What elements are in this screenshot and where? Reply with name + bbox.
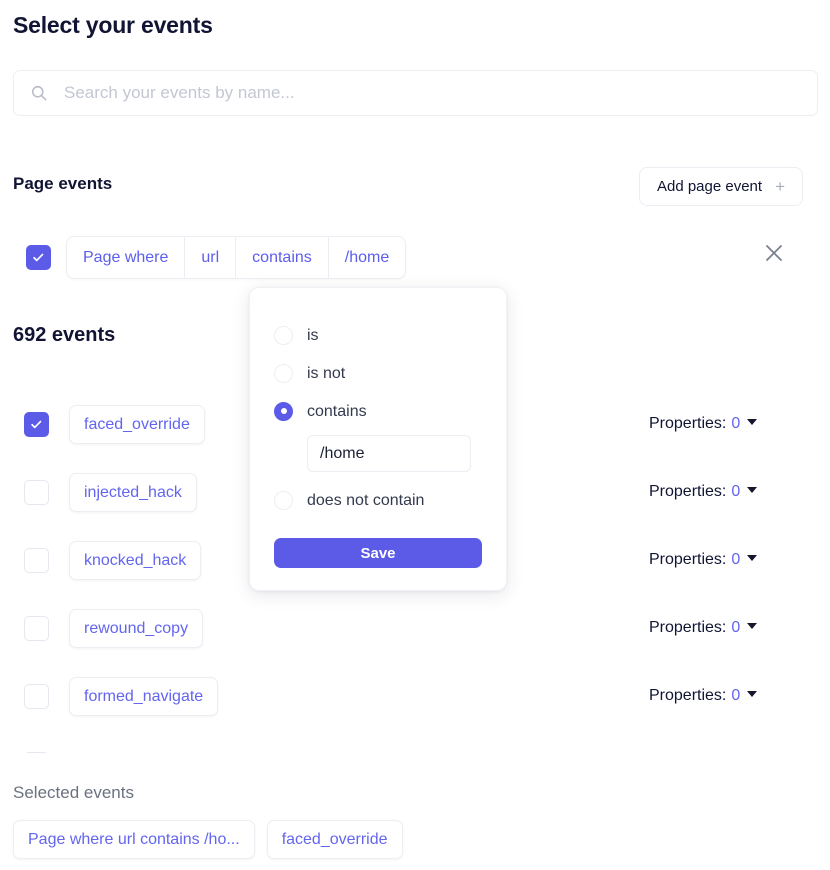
chevron-down-icon (747, 419, 758, 425)
event-name-tag[interactable]: knocked_hack (69, 540, 202, 580)
search-icon (30, 84, 48, 102)
selected-events-heading: Selected events (13, 783, 134, 802)
page-events-heading: Page events (13, 174, 113, 193)
list-item: rewound_copy Properties: 0 (24, 594, 806, 662)
page-event-filter-pill[interactable]: Page where url contains /home (66, 236, 407, 279)
page-event-filter-row: Page where url contains /home (26, 236, 407, 279)
condition-value-input[interactable] (307, 435, 471, 472)
condition-option-label: contains (307, 402, 367, 420)
event-name-tag[interactable]: rewound_copy (69, 608, 204, 648)
filter-segment-operator[interactable]: contains (236, 237, 329, 278)
properties-label: Properties: (649, 551, 727, 568)
properties-label: Properties: (649, 619, 727, 636)
filter-segment-value[interactable]: /home (329, 237, 405, 278)
event-name-tag[interactable]: injected_hack (69, 472, 197, 512)
selected-events-chips: Page where url contains /ho... faced_ove… (13, 820, 403, 859)
event-checkbox[interactable] (24, 479, 49, 505)
event-checkbox[interactable] (24, 411, 49, 437)
properties-label: Properties: (649, 687, 727, 704)
filter-segment-field[interactable]: url (185, 237, 237, 278)
event-properties-toggle[interactable]: Properties: 0 (649, 619, 758, 637)
select-events-panel: Select your events Page events Add page … (0, 0, 830, 870)
condition-option-is[interactable]: is (274, 316, 482, 354)
radio-icon[interactable] (274, 401, 293, 421)
search-input[interactable] (64, 83, 801, 103)
events-count: 692 events (13, 324, 116, 346)
event-name-tag[interactable]: faced_override (69, 404, 205, 444)
add-page-event-button[interactable]: Add page event + (638, 167, 803, 206)
radio-icon[interactable] (274, 363, 293, 383)
plus-icon: + (775, 177, 785, 196)
search-box[interactable] (13, 70, 818, 116)
event-properties-toggle[interactable]: Properties: 0 (649, 483, 758, 501)
radio-icon[interactable] (274, 490, 293, 510)
selected-event-chip[interactable]: Page where url contains /ho... (13, 820, 255, 859)
radio-icon[interactable] (274, 325, 293, 345)
condition-option-label: is not (307, 364, 346, 382)
properties-count: 0 (731, 483, 741, 500)
page-event-checkbox[interactable] (26, 245, 51, 270)
properties-label: Properties: (649, 483, 727, 500)
condition-option-does-not-contain[interactable]: does not contain (274, 481, 482, 519)
condition-option-contains[interactable]: contains (274, 392, 482, 430)
properties-count: 0 (731, 551, 741, 568)
condition-option-label: does not contain (307, 491, 425, 509)
event-checkbox[interactable] (24, 683, 49, 709)
selected-event-chip[interactable]: faced_override (266, 820, 403, 859)
list-item: Properties: (24, 730, 806, 753)
event-checkbox[interactable] (24, 615, 49, 641)
filter-segment-subject[interactable]: Page where (67, 237, 186, 278)
chevron-down-icon (747, 555, 758, 561)
properties-count: 0 (731, 687, 741, 704)
condition-option-label: is (307, 326, 319, 344)
save-button[interactable]: Save (274, 538, 482, 568)
condition-option-is-not[interactable]: is not (274, 354, 482, 392)
add-page-event-label: Add page event (656, 178, 763, 195)
event-checkbox[interactable] (24, 751, 49, 753)
list-item: formed_navigate Properties: 0 (24, 662, 806, 730)
chevron-down-icon (747, 487, 758, 493)
page-title: Select your events (13, 12, 213, 38)
event-properties-toggle[interactable]: Properties: 0 (649, 415, 758, 433)
chevron-down-icon (747, 623, 758, 629)
event-properties-toggle[interactable]: Properties: 0 (649, 551, 758, 569)
event-name-tag[interactable]: formed_navigate (69, 676, 219, 716)
condition-popup: is is not contains does not contain Save (249, 287, 507, 591)
close-icon[interactable] (763, 242, 785, 264)
properties-label: Properties: (649, 415, 727, 432)
properties-count: 0 (731, 415, 741, 432)
properties-count: 0 (731, 619, 741, 636)
event-checkbox[interactable] (24, 547, 49, 573)
chevron-down-icon (747, 691, 758, 697)
event-properties-toggle[interactable]: Properties: 0 (649, 687, 758, 705)
